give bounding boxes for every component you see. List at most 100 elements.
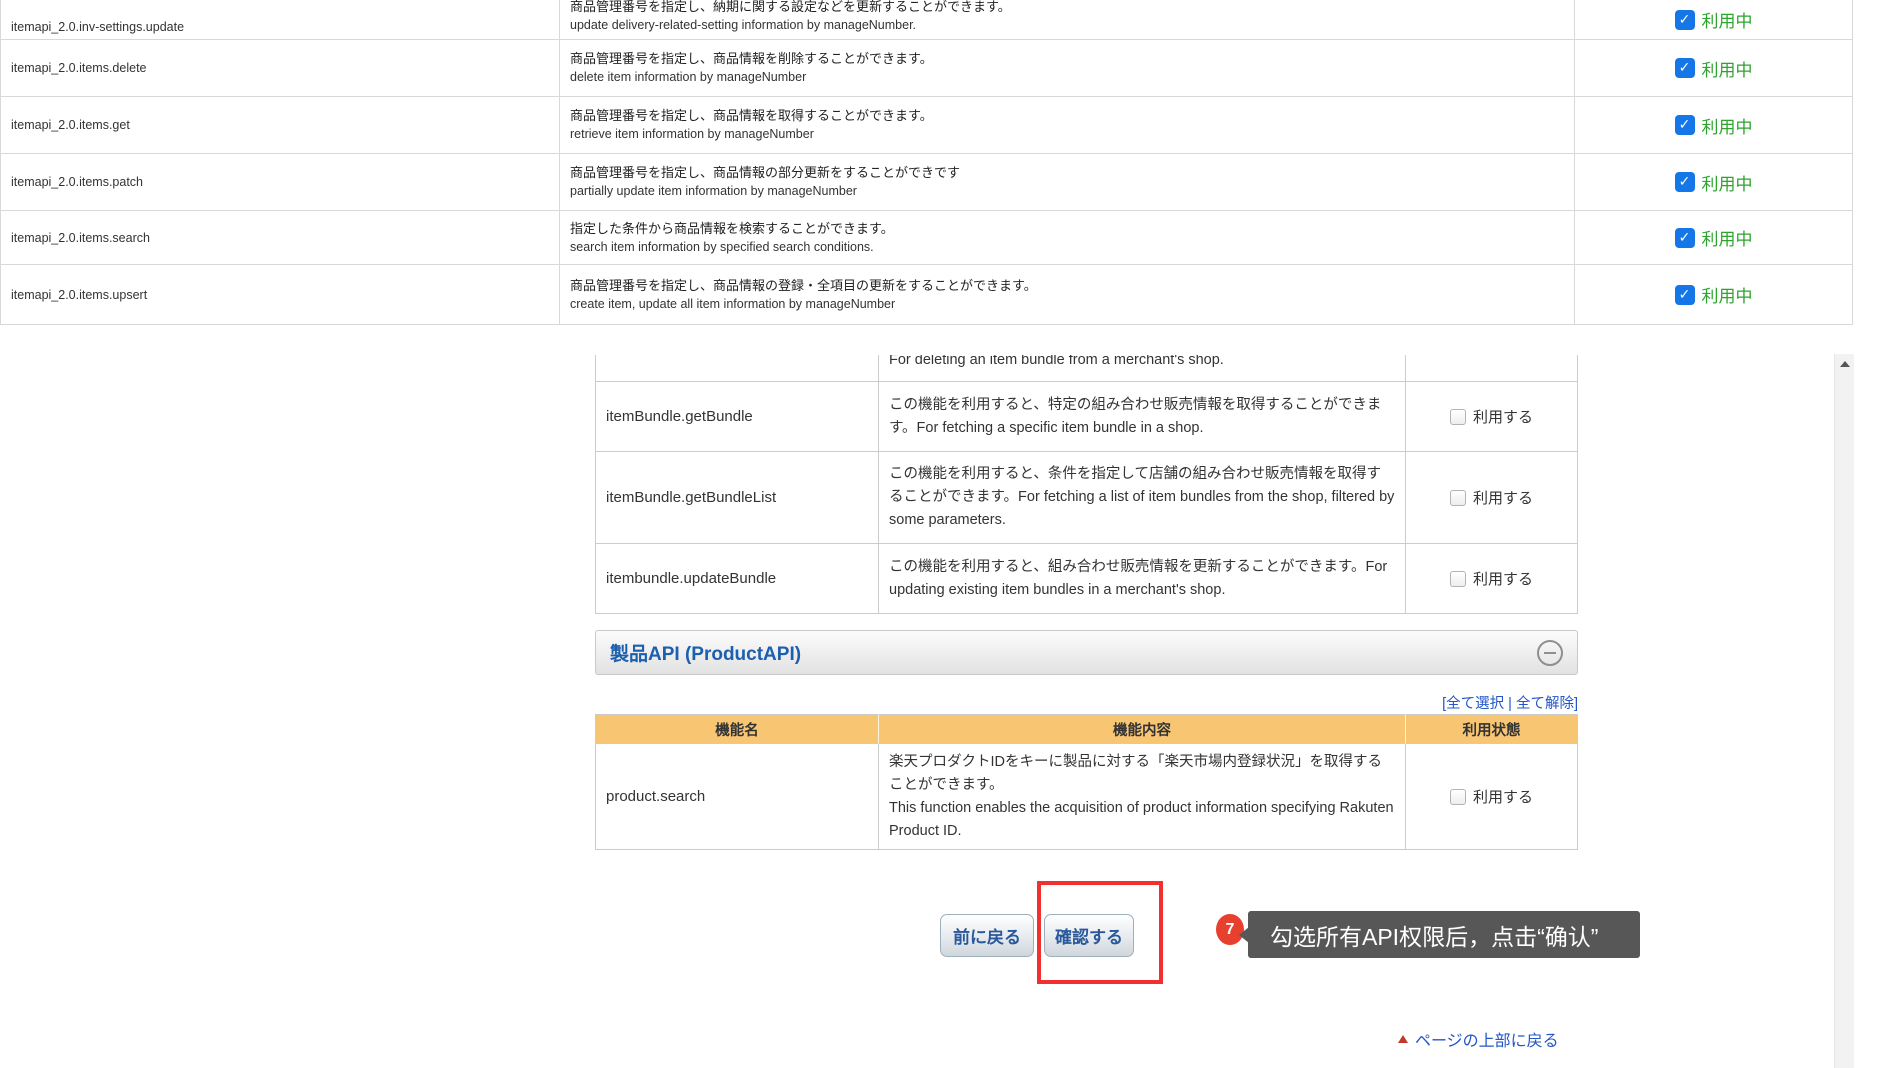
description-ja: 指定した条件から商品情報を検索することができます。 [570, 220, 894, 236]
description-en: For deleting an item bundle from a merch… [889, 355, 1224, 368]
checked-checkbox-icon[interactable] [1674, 172, 1695, 192]
description-en: delete item information by manageNumber [570, 70, 807, 84]
table-cell-function-name: itemBundle.getBundle [595, 382, 879, 452]
tooltip-arrow-icon [1239, 926, 1249, 943]
page: itemapi_2.0.inv-settings.update 商品管理番号を指… [0, 0, 1880, 1068]
function-name: itemBundle.getBundleList [606, 489, 777, 506]
table-cell-status: 利用中 [1575, 211, 1853, 265]
select-links: [全て選択 | 全て解除] [595, 692, 1578, 713]
description-ja: 商品管理番号を指定し、商品情報の登録・全項目の更新をすることができます。 [570, 277, 1037, 293]
table-cell-api-name: itemapi_2.0.items.get [0, 97, 560, 154]
table-cell-api-name: itemapi_2.0.items.patch [0, 154, 560, 211]
table-cell-api-name: itemapi_2.0.items.search [0, 211, 560, 265]
item-bundle-table: For deleting an item bundle from a merch… [595, 355, 1578, 614]
in-use-label: 利用中 [1701, 287, 1753, 306]
checked-checkbox-icon[interactable] [1674, 115, 1695, 135]
item-api-permissions-table: itemapi_2.0.inv-settings.update 商品管理番号を指… [0, 0, 1853, 325]
deselect-all-link[interactable]: 全て解除 [1516, 696, 1574, 712]
table-cell-empty [595, 355, 879, 382]
use-label: 利用する [1472, 409, 1533, 426]
in-use-label: 利用中 [1701, 12, 1753, 31]
api-name: itemapi_2.0.items.upsert [11, 287, 148, 302]
table-cell-api-name: itemapi_2.0.inv-settings.update [0, 0, 560, 40]
table-cell-function-name: itembundle.updateBundle [595, 544, 879, 614]
annotation-highlight-rectangle [1037, 881, 1163, 984]
table-cell-description: 商品管理番号を指定し、商品情報の部分更新をすることができです partially… [560, 154, 1575, 211]
description-ja: 商品管理番号を指定し、商品情報の部分更新をすることができです [570, 165, 961, 180]
use-label: 利用する [1472, 571, 1533, 588]
table-cell-api-name: itemapi_2.0.items.delete [0, 40, 560, 97]
in-use-label: 利用中 [1701, 174, 1753, 194]
description-en: update delivery-related-setting informat… [570, 18, 917, 32]
product-api-table: 機能名 機能内容 利用状態 product.search 楽天プロダクトIDをキ… [595, 714, 1578, 850]
description: この機能を利用すると、組み合わせ販売情報を更新することができます。For upd… [889, 558, 1388, 598]
in-use-label: 利用中 [1701, 117, 1753, 137]
api-name: itemapi_2.0.items.delete [11, 61, 147, 75]
description-en: retrieve item information by manageNumbe… [570, 127, 814, 141]
table-cell-status: 利用中 [1575, 40, 1853, 97]
scroll-up-arrow-icon [1840, 361, 1850, 367]
table-cell-description: For deleting an item bundle from a merch… [879, 355, 1406, 382]
use-label: 利用する [1472, 490, 1533, 507]
api-name: itemapi_2.0.items.patch [11, 175, 144, 189]
table-cell-status: 利用する [1406, 452, 1578, 544]
checked-checkbox-icon[interactable] [1674, 9, 1695, 30]
description-en: partially update item information by man… [570, 184, 857, 198]
table-cell-description: 商品管理番号を指定し、商品情報の登録・全項目の更新をすることができます。 cre… [560, 265, 1575, 325]
table-cell-status: 利用中 [1575, 154, 1853, 211]
column-header-function-name: 機能名 [595, 714, 879, 744]
unchecked-checkbox-icon[interactable] [1449, 408, 1466, 425]
table-cell-description: 楽天プロダクトIDをキーに製品に対する「楽天市場内登録状況」を取得することができ… [879, 744, 1406, 850]
description-ja: 商品管理番号を指定し、納期に関する設定などを更新することができます。 [570, 0, 1011, 14]
function-name: itemBundle.getBundle [606, 408, 753, 425]
description-en: This function enables the acquisition of… [889, 799, 1394, 839]
in-use-label: 利用中 [1701, 60, 1753, 80]
table-cell-description: 商品管理番号を指定し、納期に関する設定などを更新することができます。 updat… [560, 0, 1575, 40]
description: この機能を利用すると、特定の組み合わせ販売情報を取得することができます。For … [889, 396, 1382, 436]
table-cell-status: 利用中 [1575, 0, 1853, 40]
link-separator: | [1504, 696, 1516, 712]
description-en: create item, update all item information… [570, 296, 896, 311]
column-header-function-content: 機能内容 [879, 714, 1406, 744]
back-button[interactable]: 前に戻る [940, 914, 1034, 957]
table-cell-description: 指定した条件から商品情報を検索することができます。 search item in… [560, 211, 1575, 265]
table-cell-description: 商品管理番号を指定し、商品情報を削除することができます。 delete item… [560, 40, 1575, 97]
table-cell-api-name: itemapi_2.0.items.upsert [0, 265, 560, 325]
api-name: itemapi_2.0.inv-settings.update [11, 20, 185, 34]
function-name: itembundle.updateBundle [606, 570, 777, 587]
back-to-top[interactable]: ページの上部に戻る [1398, 1027, 1559, 1051]
table-cell-status: 利用中 [1575, 265, 1853, 325]
table-cell-status: 利用する [1406, 544, 1578, 614]
description-en: search item information by specified sea… [570, 239, 874, 254]
table-cell-empty [1406, 355, 1578, 382]
function-name: product.search [606, 788, 706, 805]
description-ja: 楽天プロダクトIDをキーに製品に対する「楽天市場内登録状況」を取得することができ… [889, 753, 1382, 793]
checked-checkbox-icon[interactable] [1674, 58, 1695, 78]
api-name: itemapi_2.0.items.get [11, 118, 130, 132]
back-to-top-link[interactable]: ページの上部に戻る [1415, 1027, 1559, 1051]
api-name: itemapi_2.0.items.search [11, 230, 150, 245]
checked-checkbox-icon[interactable] [1674, 227, 1695, 248]
table-cell-function-name: product.search [595, 744, 879, 850]
vertical-scrollbar[interactable] [1834, 354, 1854, 1068]
table-cell-description: 商品管理番号を指定し、商品情報を取得することができます。 retrieve it… [560, 97, 1575, 154]
description: この機能を利用すると、条件を指定して店舗の組み合わせ販売情報を取得することができ… [889, 466, 1395, 528]
unchecked-checkbox-icon[interactable] [1449, 570, 1466, 587]
product-api-section-header[interactable]: 製品API (ProductAPI) [595, 630, 1578, 675]
unchecked-checkbox-icon[interactable] [1449, 489, 1466, 506]
annotation-tooltip: 勾选所有API权限后，点击“确认” [1239, 911, 1640, 958]
description-ja: 商品管理番号を指定し、商品情報を削除することができます。 [570, 51, 933, 66]
table-cell-status: 利用中 [1575, 97, 1853, 154]
up-triangle-icon [1398, 1035, 1408, 1043]
table-cell-description: この機能を利用すると、条件を指定して店舗の組み合わせ販売情報を取得することができ… [879, 452, 1406, 544]
select-all-link[interactable]: 全て選択 [1446, 696, 1504, 712]
table-cell-status: 利用する [1406, 744, 1578, 850]
checked-checkbox-icon[interactable] [1674, 284, 1695, 305]
unchecked-checkbox-icon[interactable] [1449, 788, 1466, 805]
scrollbar-up-button[interactable] [1835, 354, 1855, 374]
table-cell-function-name: itemBundle.getBundleList [595, 452, 879, 544]
collapse-minus-icon[interactable] [1537, 639, 1563, 666]
table-cell-description: この機能を利用すると、組み合わせ販売情報を更新することができます。For upd… [879, 544, 1406, 614]
description-ja: 商品管理番号を指定し、商品情報を取得することができます。 [570, 108, 933, 123]
table-cell-description: この機能を利用すると、特定の組み合わせ販売情報を取得することができます。For … [879, 382, 1406, 452]
